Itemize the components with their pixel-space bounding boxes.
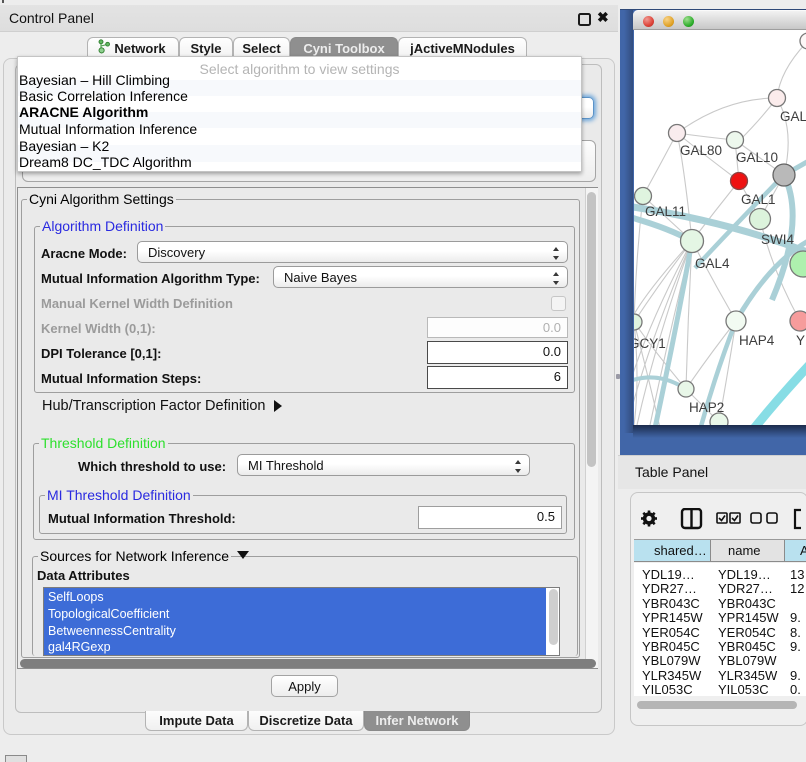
svg-text:GAL80: GAL80 (680, 143, 722, 158)
svg-text:GAL4: GAL4 (695, 256, 730, 271)
svg-text:HAP2: HAP2 (689, 400, 724, 415)
svg-text:GAL7: GAL7 (780, 109, 806, 124)
svg-text:GAL10: GAL10 (736, 150, 778, 165)
svg-text:YB: YB (796, 333, 806, 348)
svg-text:GAL1: GAL1 (741, 192, 776, 207)
svg-text:SWI4: SWI4 (761, 232, 794, 247)
svg-text:GCY1: GCY1 (634, 336, 666, 351)
svg-text:HAP4: HAP4 (739, 333, 775, 348)
svg-text:GAL11: GAL11 (645, 204, 686, 219)
